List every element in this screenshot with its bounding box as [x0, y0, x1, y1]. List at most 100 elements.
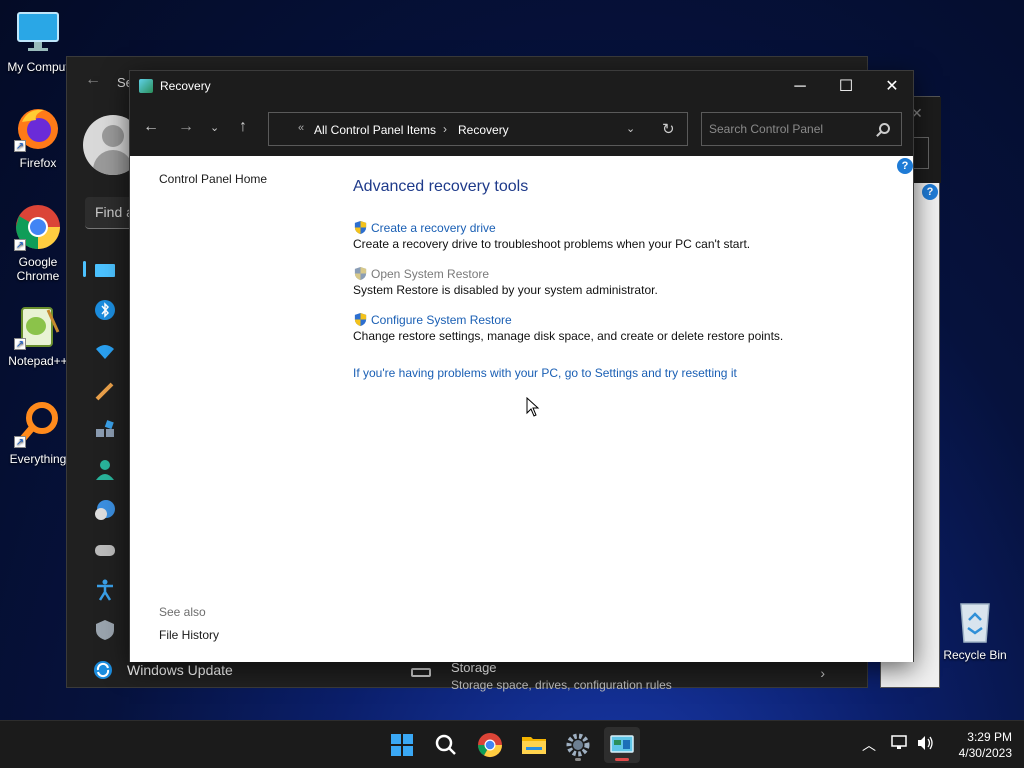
recent-locations-chevron-icon[interactable]: ⌄ — [210, 121, 219, 134]
page-title: Advanced recovery tools — [353, 178, 529, 195]
desktop-icon-chrome[interactable]: ↗ Google Chrome — [0, 203, 76, 283]
bluetooth-icon[interactable] — [93, 298, 117, 322]
start-button[interactable] — [384, 727, 420, 763]
open-system-restore-link: Open System Restore — [353, 266, 658, 281]
taskbar-control-panel-button[interactable] — [604, 727, 640, 763]
gaming-controller-icon[interactable] — [93, 538, 117, 562]
personalization-brush-icon[interactable] — [93, 379, 117, 403]
notepad-plus-plus-icon: ↗ — [14, 302, 62, 350]
desktop-icon-label: Recycle Bin — [943, 648, 1007, 662]
desktop-icon-everything[interactable]: ↗ Everything — [0, 400, 76, 466]
taskbar-chrome-button[interactable] — [472, 727, 508, 763]
breadcrumb-overflow-icon[interactable]: « — [298, 122, 304, 134]
title-bar[interactable]: Recovery ─ ☐ ✕ — [130, 71, 913, 102]
privacy-shield-icon[interactable] — [93, 618, 117, 642]
create-recovery-drive-link[interactable]: Create a recovery drive — [353, 220, 750, 235]
breadcrumb-separator[interactable]: › — [443, 122, 447, 136]
windows-update-icon — [94, 661, 112, 679]
search-icon — [435, 734, 456, 755]
up-arrow-icon[interactable]: ↑ — [239, 118, 247, 136]
refresh-icon[interactable]: ↻ — [662, 120, 675, 138]
show-hidden-icons-chevron-icon[interactable]: ︿ — [862, 735, 876, 755]
reset-pc-settings-link[interactable]: If you're having problems with your PC, … — [353, 366, 737, 380]
desktop-icon-recycle-bin[interactable]: Recycle Bin — [937, 596, 1013, 662]
sidebar-item-windows-update[interactable]: Windows Update — [93, 660, 233, 680]
task-link-label[interactable]: Create a recovery drive — [371, 221, 496, 235]
accounts-person-icon[interactable] — [93, 458, 117, 482]
content-pane: ? Control Panel Home See also File Histo… — [130, 156, 913, 662]
mouse-pointer-icon — [526, 397, 540, 417]
desktop-icon-label: Notepad++ — [8, 354, 68, 368]
storage-subtitle: Storage space, drives, configuration rul… — [451, 678, 672, 692]
configure-system-restore-link[interactable]: Configure System Restore — [353, 312, 783, 327]
start-icon — [391, 734, 413, 756]
back-arrow-icon[interactable]: ← — [143, 118, 159, 136]
recycle-bin-icon — [951, 596, 999, 644]
system-icon[interactable] — [93, 259, 117, 283]
desktop-icon-label: Firefox — [19, 156, 57, 170]
uac-shield-icon — [354, 220, 367, 235]
shortcut-arrow-icon: ↗ — [14, 239, 26, 251]
desktop-icon-notepadpp[interactable]: ↗ Notepad++ — [0, 302, 76, 368]
back-arrow-icon[interactable]: ← — [85, 71, 101, 89]
running-indicator — [575, 758, 581, 761]
file-history-link[interactable]: File History — [159, 628, 219, 642]
desktop-icon-label: My Comput — [7, 60, 69, 74]
desktop-icon-label: Google Chrome — [16, 255, 60, 283]
search-icon[interactable] — [879, 123, 890, 134]
chevron-right-icon: › — [820, 665, 825, 681]
minimize-button[interactable]: ─ — [777, 71, 823, 102]
clock-date: 4/30/2023 — [958, 746, 1012, 760]
window-title: Recovery — [160, 79, 211, 93]
network-wifi-icon[interactable] — [93, 339, 117, 363]
storage-drive-icon — [411, 668, 431, 677]
shortcut-arrow-icon: ↗ — [14, 338, 26, 350]
volume-icon[interactable] — [916, 735, 934, 754]
address-dropdown-chevron-icon[interactable]: ⌄ — [626, 122, 635, 135]
address-bar[interactable]: « All Control Panel Items › Recovery ⌄ ↻ — [268, 112, 688, 146]
shortcut-arrow-icon: ↗ — [14, 436, 26, 448]
uac-shield-icon — [354, 266, 367, 281]
taskbar-settings-button[interactable] — [560, 727, 596, 763]
everything-search-icon: ↗ — [14, 400, 62, 448]
search-control-panel[interactable] — [701, 112, 902, 146]
task-link-label[interactable]: Configure System Restore — [371, 313, 512, 327]
task-description: System Restore is disabled by your syste… — [353, 283, 658, 297]
active-nav-indicator — [83, 261, 86, 277]
help-icon[interactable]: ? — [897, 158, 913, 174]
uac-shield-icon — [354, 312, 367, 327]
time-language-icon[interactable] — [93, 498, 117, 522]
search-input[interactable] — [702, 113, 872, 145]
clock-time: 3:29 PM — [967, 730, 1012, 744]
task-description: Change restore settings, manage disk spa… — [353, 329, 784, 343]
close-button[interactable]: ✕ — [869, 71, 915, 102]
see-also-heading: See also — [159, 605, 206, 619]
active-window-indicator — [615, 758, 629, 761]
breadcrumb-all-control-panel-items[interactable]: All Control Panel Items — [314, 123, 436, 137]
firefox-icon: ↗ — [14, 104, 62, 152]
maximize-button[interactable]: ☐ — [823, 71, 869, 102]
breadcrumb-recovery[interactable]: Recovery — [458, 123, 509, 137]
task-link-label: Open System Restore — [371, 266, 490, 281]
taskbar-search-button[interactable] — [428, 727, 464, 763]
file-explorer-icon — [522, 737, 546, 754]
task-configure-system-restore: Configure System Restore Change restore … — [353, 312, 784, 344]
desktop-icon-my-computer[interactable]: My Comput — [0, 8, 76, 74]
forward-arrow-icon[interactable]: → — [178, 118, 194, 136]
control-panel-app-icon — [139, 79, 153, 93]
help-icon[interactable]: ? — [922, 184, 938, 200]
apps-icon[interactable] — [93, 419, 117, 443]
network-icon[interactable] — [891, 735, 909, 754]
control-panel-home-link[interactable]: Control Panel Home — [159, 172, 267, 186]
task-open-system-restore: Open System Restore System Restore is di… — [353, 266, 658, 298]
monitor-icon — [14, 8, 62, 56]
task-create-recovery-drive: Create a recovery drive Create a recover… — [353, 220, 750, 252]
navigation-bar: ← → ⌄ ↑ « All Control Panel Items › Reco… — [130, 102, 913, 156]
desktop-icon-firefox[interactable]: ↗ Firefox — [0, 104, 76, 170]
accessibility-icon[interactable] — [93, 578, 117, 602]
chrome-icon: ↗ — [14, 203, 62, 251]
system-clock[interactable]: 3:29 PM 4/30/2023 — [940, 729, 1012, 761]
taskbar-file-explorer-button[interactable] — [516, 727, 552, 763]
taskbar: ︿ 3:29 PM 4/30/2023 — [0, 720, 1024, 768]
recovery-window[interactable]: Recovery ─ ☐ ✕ ← → ⌄ ↑ « All Control Pan… — [129, 70, 914, 662]
